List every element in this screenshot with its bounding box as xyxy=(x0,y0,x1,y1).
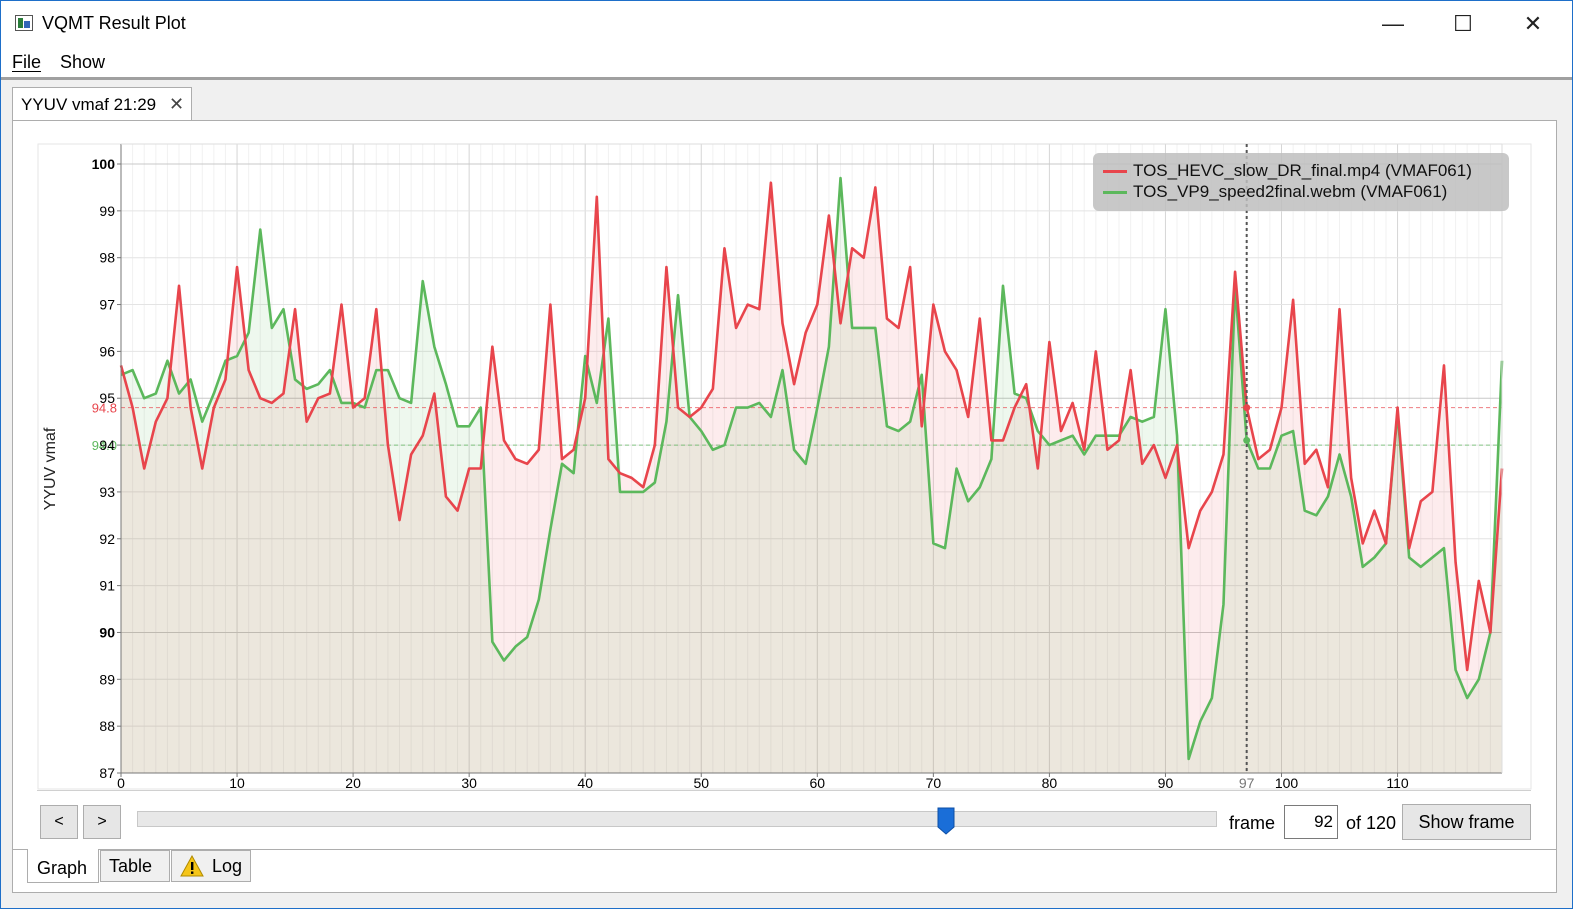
frame-label: frame xyxy=(1229,813,1276,833)
y-tick-label: 95 xyxy=(99,390,115,406)
legend-entry-hevc: TOS_HEVC_slow_DR_final.mp4 (VMAF061) xyxy=(1103,161,1472,181)
tab-graph-label: Graph xyxy=(37,858,88,878)
prev-frame-button[interactable]: < xyxy=(40,805,78,839)
x-tick-label: 30 xyxy=(461,775,477,791)
x-tick-label: 50 xyxy=(693,775,709,791)
vmaf-line-chart[interactable]: 94.894.0878889909192939495969798991000 10… xyxy=(1,1,1573,801)
y-tick-label: 94 xyxy=(99,437,115,453)
frame-slider-track[interactable] xyxy=(137,811,1217,827)
x-tick-label: 70 xyxy=(926,775,942,791)
show-frame-button[interactable]: Show frame xyxy=(1402,804,1531,840)
y-tick-label: 98 xyxy=(99,250,115,266)
app-window: VQMT Result Plot — ☐ ✕ File Show YYUV vm… xyxy=(0,0,1573,909)
x-tick-label: 80 xyxy=(1042,775,1058,791)
cursor-marker-1 xyxy=(1243,436,1251,444)
legend-label-vp9: TOS_VP9_speed2final.webm (VMAF061) xyxy=(1133,182,1448,201)
y-tick-label: 90 xyxy=(99,624,115,640)
tab-log-label: Log xyxy=(212,856,243,876)
x-tick-label: 90 xyxy=(1158,775,1174,791)
y-tick-label: 91 xyxy=(99,578,115,594)
y-tick-label: 87 xyxy=(99,765,115,781)
y-tick-label: 96 xyxy=(99,343,115,359)
x-tick-label: 100 xyxy=(1275,775,1299,791)
next-frame-button[interactable]: > xyxy=(83,805,121,839)
legend-entry-vp9: TOS_VP9_speed2final.webm (VMAF061) xyxy=(1103,182,1447,202)
x-tick-label: 60 xyxy=(810,775,826,791)
tab-table[interactable]: Table xyxy=(100,850,170,882)
controls-divider xyxy=(37,790,1531,791)
frame-total-label: of 120 xyxy=(1346,813,1397,833)
frame-number-input[interactable] xyxy=(1284,805,1338,839)
tab-table-label: Table xyxy=(109,856,153,876)
cursor-x-label: 97 xyxy=(1239,775,1255,791)
x-tick-label: 110 xyxy=(1386,775,1409,791)
tab-graph[interactable]: Graph xyxy=(27,849,99,883)
warning-icon xyxy=(180,855,204,877)
y-axis-label: YYUV vmaf xyxy=(42,427,59,510)
y-tick-label: 100 xyxy=(92,156,116,172)
chart-legend: TOS_HEVC_slow_DR_final.mp4 (VMAF061) TOS… xyxy=(1093,153,1509,211)
y-tick-label: 97 xyxy=(99,297,115,313)
y-tick-label: 92 xyxy=(99,531,115,547)
legend-swatch-red xyxy=(1103,169,1127,173)
x-tick-label: 10 xyxy=(229,775,245,791)
y-tick-label: 93 xyxy=(99,484,115,500)
legend-label-hevc: TOS_HEVC_slow_DR_final.mp4 (VMAF061) xyxy=(1133,161,1472,180)
y-tick-label: 89 xyxy=(99,671,115,687)
y-tick-label: 88 xyxy=(99,718,115,734)
tab-log[interactable]: Log xyxy=(171,850,251,882)
y-tick-label: 99 xyxy=(99,203,115,219)
frame-slider-handle[interactable] xyxy=(937,807,955,835)
x-tick-label: 40 xyxy=(577,775,593,791)
x-tick-label: 20 xyxy=(345,775,361,791)
cursor-marker-0 xyxy=(1243,404,1251,412)
legend-swatch-green xyxy=(1103,190,1127,194)
x-tick-label: 0 xyxy=(117,775,125,791)
